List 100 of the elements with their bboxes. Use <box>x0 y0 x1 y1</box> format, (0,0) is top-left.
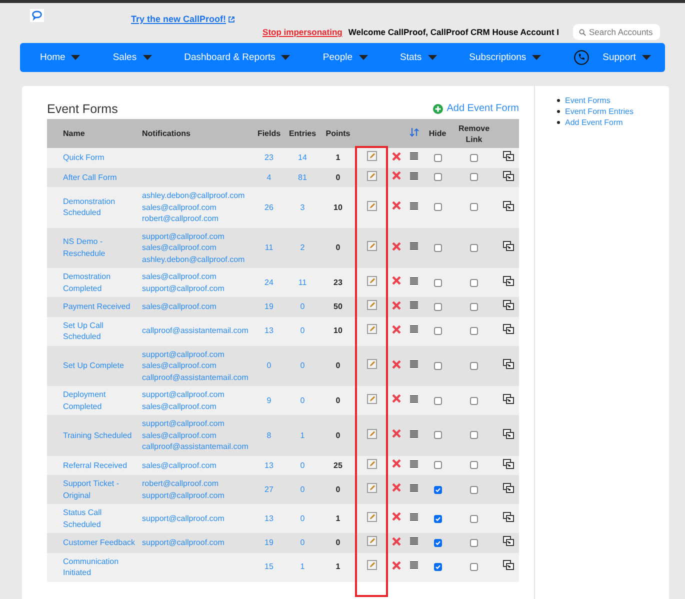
form-name-link[interactable]: After Call Form <box>49 172 117 183</box>
sidebar-link[interactable]: Event Form Entries <box>565 107 634 116</box>
hide-checkbox[interactable] <box>434 244 442 252</box>
sidebar-link[interactable]: Add Event Form <box>565 118 623 127</box>
copy-icon[interactable] <box>502 394 514 404</box>
delete-icon[interactable] <box>392 483 400 492</box>
fields-count[interactable]: 4 <box>266 172 272 182</box>
copy-icon[interactable] <box>502 200 514 210</box>
edit-icon[interactable] <box>366 300 376 310</box>
delete-icon[interactable] <box>392 276 400 286</box>
copy-icon[interactable] <box>502 324 514 334</box>
edit-icon[interactable] <box>366 170 376 180</box>
drag-handle-icon[interactable] <box>410 484 418 492</box>
entries-count[interactable]: 0 <box>300 514 305 523</box>
email-link[interactable]: callproof@assistantemail.com <box>142 372 252 383</box>
form-name-link[interactable]: NS Demo - Reschedule <box>49 236 138 260</box>
search-field[interactable]: Search Accounts <box>573 24 660 40</box>
nav-item[interactable]: Sales <box>112 52 152 63</box>
edit-icon[interactable] <box>366 512 376 522</box>
remove-link-checkbox[interactable] <box>470 538 478 547</box>
drag-handle-icon[interactable] <box>410 561 418 570</box>
form-name-link[interactable]: Training Scheduled <box>49 430 132 441</box>
entries-count[interactable]: 0 <box>300 396 305 405</box>
remove-link-checkbox[interactable] <box>470 244 478 252</box>
entries-count[interactable]: 0 <box>300 538 305 547</box>
logo-icon[interactable] <box>30 9 44 22</box>
entries-count[interactable]: 11 <box>298 278 307 287</box>
nav-item[interactable]: Support <box>602 52 651 63</box>
edit-icon[interactable] <box>366 200 376 210</box>
email-link[interactable]: support@callproof.com <box>142 282 252 294</box>
edit-icon[interactable] <box>366 482 376 493</box>
delete-icon[interactable] <box>392 300 400 310</box>
drag-handle-icon[interactable] <box>410 202 418 210</box>
drag-handle-icon[interactable] <box>410 360 418 368</box>
edit-icon[interactable] <box>366 151 376 161</box>
email-link[interactable]: callproof@assistantemail.com <box>142 325 252 337</box>
form-name-link[interactable]: Demostration Completed <box>49 271 138 294</box>
form-name-link[interactable]: Support Ticket - Original <box>49 478 138 501</box>
email-link[interactable]: sales@callproof.com <box>142 360 252 372</box>
fields-count[interactable]: 0 <box>266 361 272 370</box>
fields-count[interactable]: 23 <box>264 153 274 162</box>
remove-link-checkbox[interactable] <box>470 362 478 370</box>
email-link[interactable]: ashley.debon@callproof.com <box>142 190 252 202</box>
remove-link-checkbox[interactable] <box>470 431 478 440</box>
copy-icon[interactable] <box>502 359 514 369</box>
fields-count[interactable]: 8 <box>266 430 272 440</box>
stop-impersonating-link[interactable]: Stop impersonating <box>262 27 342 37</box>
form-name-link[interactable]: Communication Initiated <box>49 556 138 578</box>
hide-checkbox[interactable] <box>434 278 442 287</box>
fields-count[interactable]: 19 <box>264 302 274 311</box>
fields-count[interactable]: 26 <box>264 202 274 212</box>
remove-link-checkbox[interactable] <box>470 514 478 523</box>
entries-count[interactable]: 0 <box>300 302 305 311</box>
delete-icon[interactable] <box>392 171 400 180</box>
edit-icon[interactable] <box>366 560 376 570</box>
copy-icon[interactable] <box>502 170 514 180</box>
copy-icon[interactable] <box>502 560 514 570</box>
email-link[interactable]: sales@callproof.com <box>142 460 252 471</box>
copy-icon[interactable] <box>502 512 514 522</box>
copy-icon[interactable] <box>502 241 514 251</box>
entries-count[interactable]: 3 <box>300 202 305 212</box>
copy-icon[interactable] <box>502 536 514 546</box>
copy-icon[interactable] <box>502 276 514 286</box>
email-link[interactable]: support@callproof.com <box>142 537 252 548</box>
hide-checkbox[interactable] <box>434 563 442 572</box>
fields-count[interactable]: 24 <box>264 278 274 287</box>
hide-checkbox[interactable] <box>434 154 442 162</box>
sort-icon[interactable] <box>410 128 418 136</box>
email-link[interactable]: robert@callproof.com <box>142 478 252 490</box>
entries-count[interactable]: 1 <box>300 562 305 572</box>
email-link[interactable]: support@callproof.com <box>142 389 252 400</box>
remove-link-checkbox[interactable] <box>470 461 478 470</box>
edit-icon[interactable] <box>366 428 376 438</box>
drag-handle-icon[interactable] <box>410 301 418 309</box>
copy-icon[interactable] <box>502 151 514 161</box>
remove-link-checkbox[interactable] <box>470 302 478 311</box>
form-name-link[interactable]: Status Call Scheduled <box>49 507 138 530</box>
nav-item[interactable]: Stats <box>400 52 437 63</box>
edit-icon[interactable] <box>366 324 376 334</box>
hide-checkbox[interactable] <box>434 514 442 523</box>
hide-checkbox[interactable] <box>434 173 442 182</box>
hide-checkbox[interactable] <box>434 461 442 470</box>
email-link[interactable]: sales@callproof.com <box>142 301 252 312</box>
delete-icon[interactable] <box>392 324 400 334</box>
try-new-link[interactable]: Try the new CallProof! <box>131 14 236 24</box>
email-link[interactable]: sales@callproof.com <box>142 271 252 282</box>
sidebar-link[interactable]: Event Forms <box>565 96 610 105</box>
entries-count[interactable]: 1 <box>300 430 305 440</box>
fields-count[interactable]: 13 <box>264 460 274 470</box>
nav-item[interactable]: Home <box>40 52 80 63</box>
fields-count[interactable]: 11 <box>264 243 274 252</box>
entries-count[interactable]: 2 <box>300 243 305 252</box>
delete-icon[interactable] <box>392 360 400 368</box>
nav-item[interactable]: Subscriptions <box>469 52 542 63</box>
email-link[interactable]: ashley.debon@callproof.com <box>142 254 252 265</box>
delete-icon[interactable] <box>392 560 400 570</box>
remove-link-checkbox[interactable] <box>470 563 478 572</box>
delete-icon[interactable] <box>392 152 400 160</box>
drag-handle-icon[interactable] <box>410 537 418 545</box>
copy-icon[interactable] <box>502 482 514 493</box>
